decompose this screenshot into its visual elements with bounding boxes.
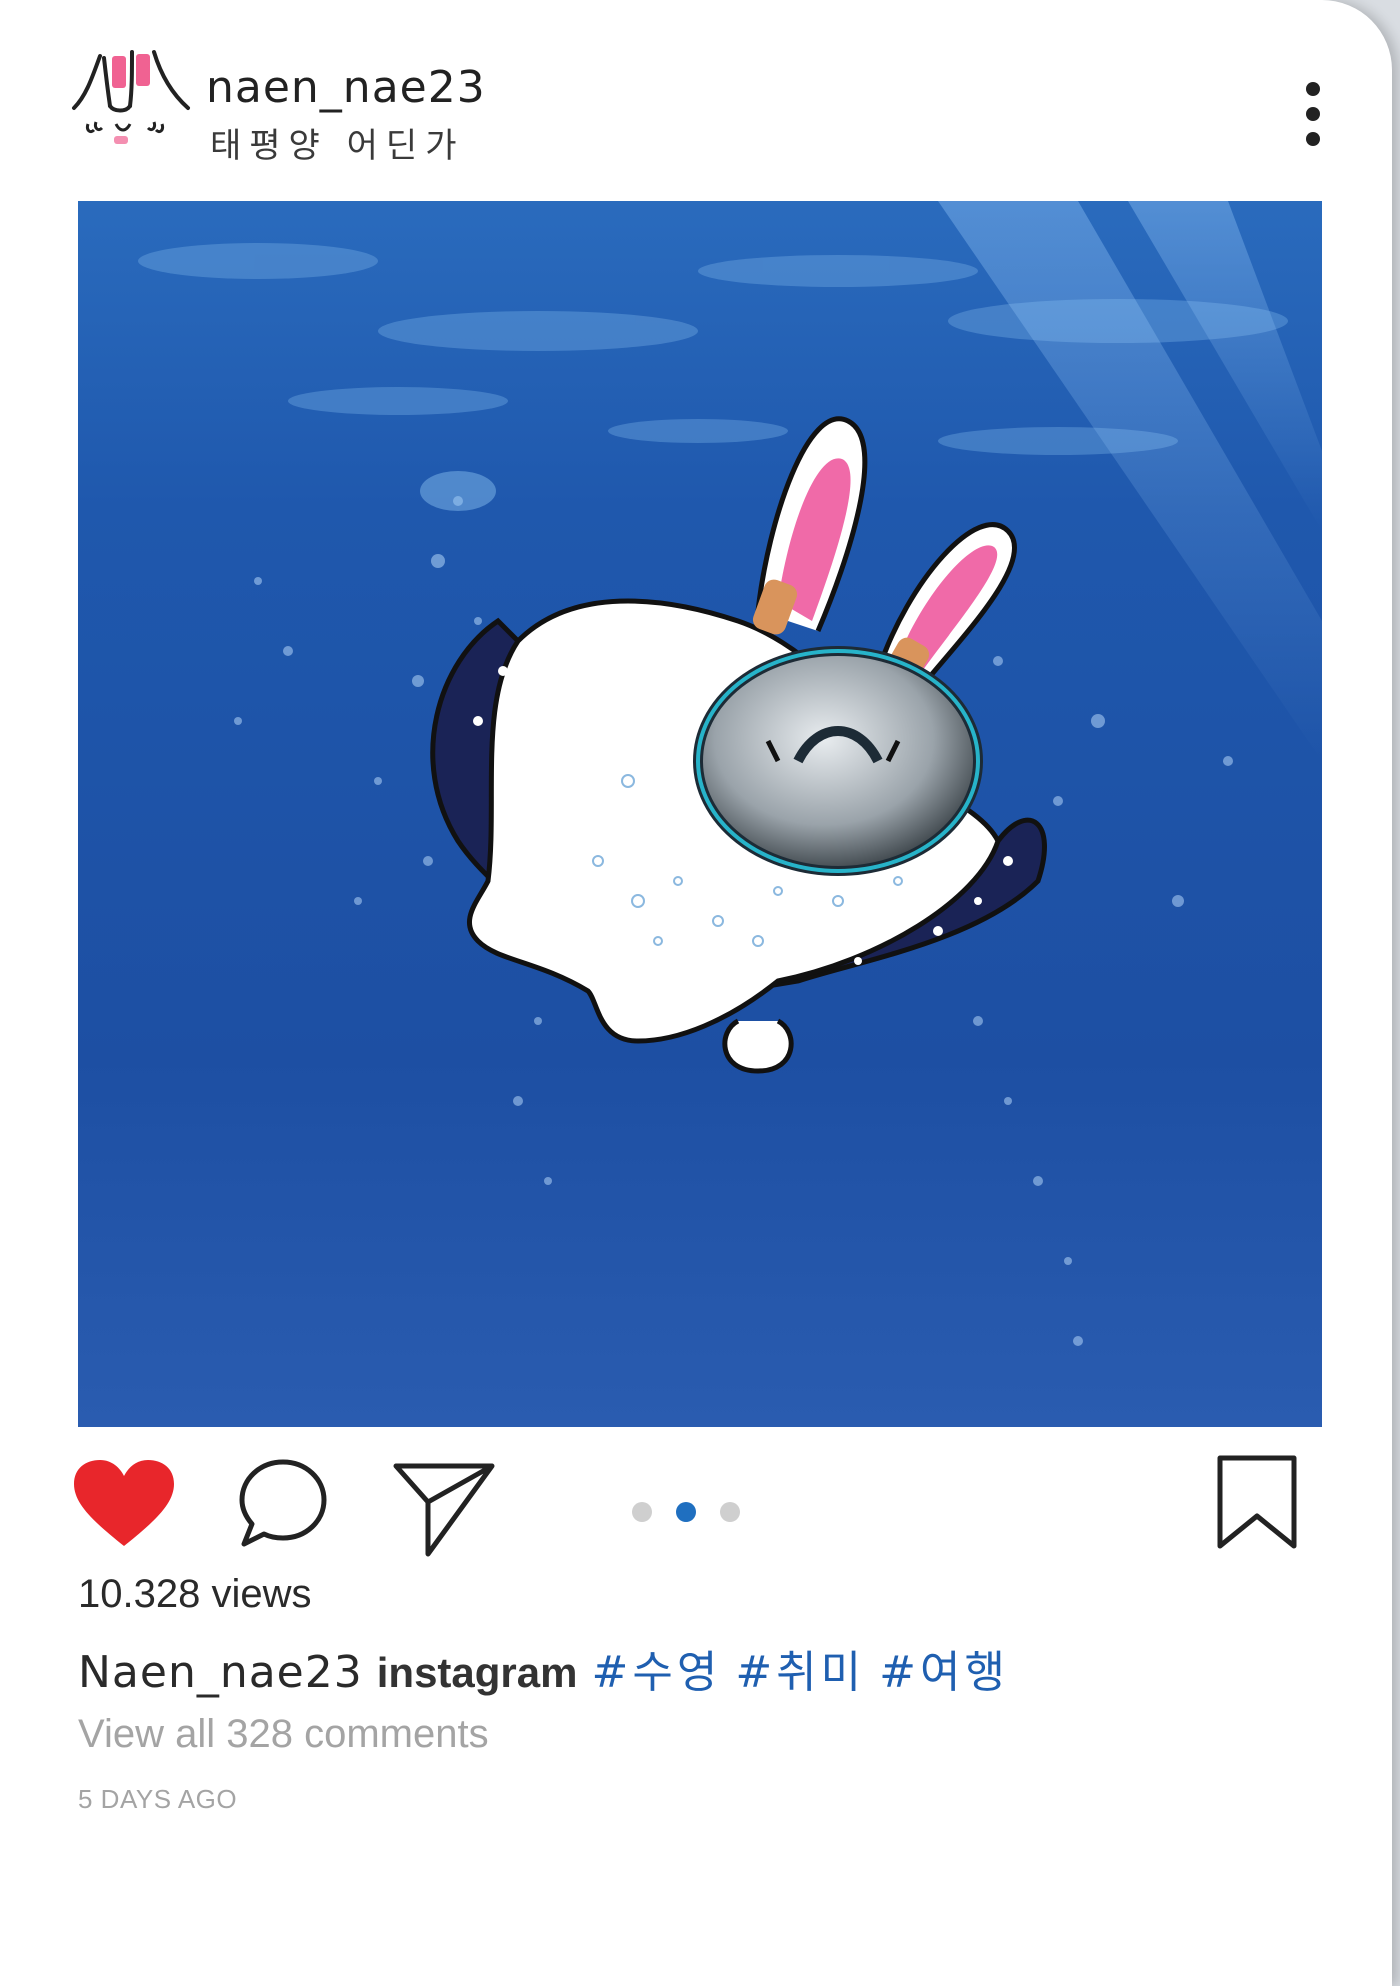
heart-icon[interactable] — [74, 1460, 174, 1550]
comment-icon[interactable] — [238, 1458, 328, 1550]
view-comments-link[interactable]: View all 328 comments — [78, 1712, 489, 1757]
send-icon[interactable] — [392, 1458, 496, 1558]
post-timestamp: 5 DAYS AGO — [78, 1784, 238, 1814]
more-vertical-icon[interactable] — [1298, 82, 1332, 146]
post-card: naen_nae23 태평양 어딘가 10.328 views Naen_nae… — [0, 0, 1392, 1986]
bunny-avatar-icon[interactable] — [70, 48, 200, 158]
caption-username[interactable]: Naen_nae23 — [78, 1647, 363, 1698]
post-image[interactable] — [78, 201, 1322, 1427]
carousel-dot[interactable] — [632, 1502, 652, 1522]
hashtag[interactable]: #취미 — [735, 1647, 865, 1698]
post-location[interactable]: 태평양 어딘가 — [210, 118, 465, 167]
caption-text: instagram — [376, 1649, 578, 1696]
carousel-dot[interactable] — [720, 1502, 740, 1522]
post-header: naen_nae23 태평양 어딘가 — [0, 0, 1392, 190]
hashtag[interactable]: #수영 — [591, 1647, 721, 1698]
post-username[interactable]: naen_nae23 — [206, 62, 486, 113]
carousel-dot[interactable] — [676, 1502, 696, 1522]
view-count: 10.328 views — [78, 1572, 312, 1616]
carousel-indicator — [632, 1500, 752, 1524]
bookmark-icon[interactable] — [1214, 1454, 1300, 1552]
hashtag[interactable]: #여행 — [879, 1647, 1009, 1698]
post-caption: Naen_nae23 instagram #수영 #취미 #여행 — [78, 1636, 1009, 1700]
